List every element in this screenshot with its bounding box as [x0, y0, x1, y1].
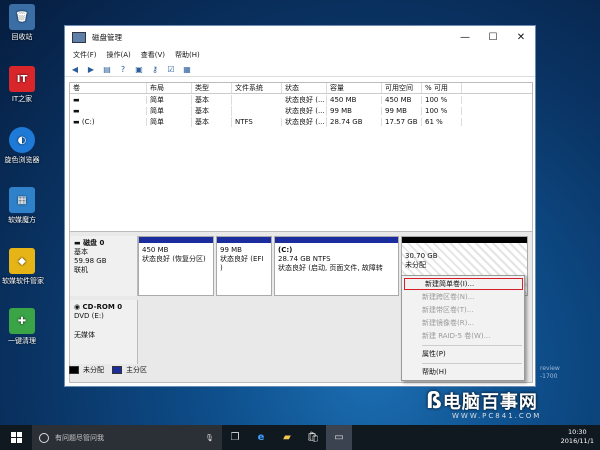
forward-arrow-icon[interactable]: ▶ [85, 64, 97, 75]
settings-icon[interactable]: ▦ [181, 64, 193, 75]
recycle-bin-icon: 🗑 [9, 4, 35, 30]
legend: 未分配 主分区 [69, 365, 147, 375]
volume-icon: ▬ [73, 117, 82, 126]
disk-management-taskbar-icon[interactable]: ▭ [326, 425, 352, 450]
cdrom-icon: ◉ [74, 303, 83, 311]
col-volume[interactable]: 卷 [70, 83, 147, 93]
desktop-icon-label: 软媒软件管家 [2, 277, 44, 285]
menu-file[interactable]: 文件(F) [73, 50, 97, 60]
menu-separator [422, 345, 522, 346]
col-layout[interactable]: 布局 [147, 83, 192, 93]
legend-primary: 主分区 [126, 366, 147, 374]
table-row[interactable]: ▬ 简单 基本 状态良好 (... 99 MB 99 MB 100 % [70, 105, 532, 116]
menu-separator [422, 363, 522, 364]
edge-browser-icon[interactable]: e [248, 432, 274, 443]
microphone-icon[interactable]: 🎙 [205, 434, 214, 442]
volume-icon: ▬ [73, 95, 80, 104]
key-icon[interactable]: ⚷ [149, 64, 161, 75]
ithome-icon: IT [9, 66, 35, 92]
partition-c[interactable]: (C:) 28.74 GB NTFS 状态良好 (启动, 页面文件, 故障转 [274, 236, 399, 296]
menu-bar: 文件(F) 操作(A) 查看(V) 帮助(H) [65, 48, 535, 62]
desktop-icon-label: 回收站 [11, 33, 33, 41]
minimize-button[interactable]: — [451, 26, 479, 48]
watermark-url: WWW.PC841.COM [452, 412, 542, 420]
col-capacity[interactable]: 容量 [327, 83, 382, 93]
col-type[interactable]: 类型 [192, 83, 232, 93]
col-status[interactable]: 状态 [282, 83, 327, 93]
desktop-icon-ithome[interactable]: IT IT之家 [2, 66, 42, 104]
desktop-icon-software-manager[interactable]: ◆ 软媒软件管家 [2, 248, 44, 286]
menu-properties[interactable]: 属性(P) [402, 348, 524, 361]
table-row[interactable]: ▬ (C:) 简单 基本 NTFS 状态良好 (... 28.74 GB 17.… [70, 116, 532, 127]
clock-date: 2016/11/1 [560, 437, 594, 445]
store-icon[interactable]: 🛍 [300, 432, 326, 443]
menu-new-spanned-volume[interactable]: 新建跨区卷(N)... [402, 291, 524, 304]
clock-time: 10:30 [567, 428, 587, 436]
watermark-side-text: review -1700 [540, 365, 560, 380]
window-title: 磁盘管理 [92, 32, 122, 42]
primary-partition-bar [275, 237, 398, 243]
start-button[interactable] [0, 432, 32, 443]
desktop-icon-label: 一键清理 [8, 337, 36, 345]
partition-efi[interactable]: 99 MB 状态良好 (EFI ) [216, 236, 272, 296]
search-box[interactable]: 有问题尽管问我 🎙 [32, 425, 222, 450]
cdrom-0-label[interactable]: ◉ CD-ROM 0 DVD (E:) 无媒体 [70, 300, 138, 364]
cleanup-icon: ✚ [9, 308, 35, 334]
desktop-icon-label: IT之家 [11, 95, 33, 103]
system-clock[interactable]: 10:30 2016/11/1 [561, 428, 594, 446]
partition-recovery[interactable]: 450 MB 状态良好 (恢复分区) [138, 236, 214, 296]
watermark-brand: ß电脑百事网 [426, 389, 538, 414]
toolbar: ◀ ▶ ▤ ? ▣ ⚷ ☑ ▦ [65, 62, 535, 77]
checklist-icon[interactable]: ☑ [165, 64, 177, 75]
menu-new-striped-volume[interactable]: 新建带区卷(T)... [402, 304, 524, 317]
desktop-icon-cleanup[interactable]: ✚ 一键清理 [2, 308, 42, 346]
desktop-icon-recycle-bin[interactable]: 🗑 回收站 [2, 4, 42, 42]
help-icon[interactable]: ? [117, 64, 129, 75]
menu-view[interactable]: 查看(V) [141, 50, 165, 60]
back-arrow-icon[interactable]: ◀ [69, 64, 81, 75]
desktop-icon-rubik[interactable]: ▦ 软媒魔方 [2, 187, 42, 225]
cortana-icon [39, 432, 49, 443]
menu-new-simple-volume[interactable]: 新建简单卷(I)... [404, 278, 523, 290]
legend-unallocated-swatch [69, 366, 79, 374]
primary-partition-bar [139, 237, 213, 243]
disk-0-label[interactable]: ▬ 磁盘 0 基本 59.98 GB 联机 [70, 236, 138, 296]
volume-icon: ▬ [73, 106, 80, 115]
disk-management-icon [72, 31, 86, 43]
menu-help[interactable]: 帮助(H) [402, 366, 524, 379]
browser-icon: ◐ [9, 127, 35, 153]
unallocated-bar [402, 237, 527, 243]
rubik-cube-icon: ▦ [9, 187, 35, 213]
maximize-button[interactable]: ☐ [479, 26, 507, 48]
file-explorer-icon[interactable]: ▰ [274, 432, 300, 443]
col-filesystem[interactable]: 文件系统 [232, 83, 282, 93]
windows-logo-icon [10, 432, 22, 443]
menu-new-raid5-volume[interactable]: 新建 RAID-5 卷(W)... [402, 330, 524, 343]
disk-icon: ▬ [74, 239, 84, 247]
legend-primary-swatch [112, 366, 122, 374]
primary-partition-bar [217, 237, 271, 243]
properties-icon[interactable]: ▣ [133, 64, 145, 75]
close-button[interactable]: ✕ [507, 26, 535, 48]
volume-table: 卷 布局 类型 文件系统 状态 容量 可用空间 % 可用 ▬ 简单 基本 状态良… [69, 82, 533, 250]
title-bar[interactable]: 磁盘管理 — ☐ ✕ [65, 26, 535, 48]
menu-action[interactable]: 操作(A) [107, 50, 131, 60]
context-menu: 新建简单卷(I)... 新建跨区卷(N)... 新建带区卷(T)... 新建镜像… [401, 275, 525, 381]
legend-unallocated: 未分配 [83, 366, 104, 374]
software-manager-icon: ◆ [9, 248, 35, 274]
desktop-icon-browser[interactable]: ◐ 旋色浏览器 [2, 127, 42, 165]
watermark-logo-icon: ß [426, 389, 443, 414]
list-view-icon[interactable]: ▤ [101, 64, 113, 75]
col-percent-free[interactable]: % 可用 [422, 83, 462, 93]
taskbar: 有问题尽管问我 🎙 ❐ e ▰ 🛍 ▭ 10:30 2016/11/1 [0, 425, 600, 450]
task-view-icon[interactable]: ❐ [222, 432, 248, 443]
desktop-icon-label: 旋色浏览器 [4, 156, 40, 164]
search-placeholder: 有问题尽管问我 [55, 433, 104, 442]
desktop-icon-label: 软媒魔方 [8, 216, 36, 224]
volume-table-header: 卷 布局 类型 文件系统 状态 容量 可用空间 % 可用 [70, 83, 532, 94]
col-free-space[interactable]: 可用空间 [382, 83, 422, 93]
menu-new-mirrored-volume[interactable]: 新建镜像卷(R)... [402, 317, 524, 330]
table-row[interactable]: ▬ 简单 基本 状态良好 (... 450 MB 450 MB 100 % [70, 94, 532, 105]
menu-help[interactable]: 帮助(H) [175, 50, 200, 60]
